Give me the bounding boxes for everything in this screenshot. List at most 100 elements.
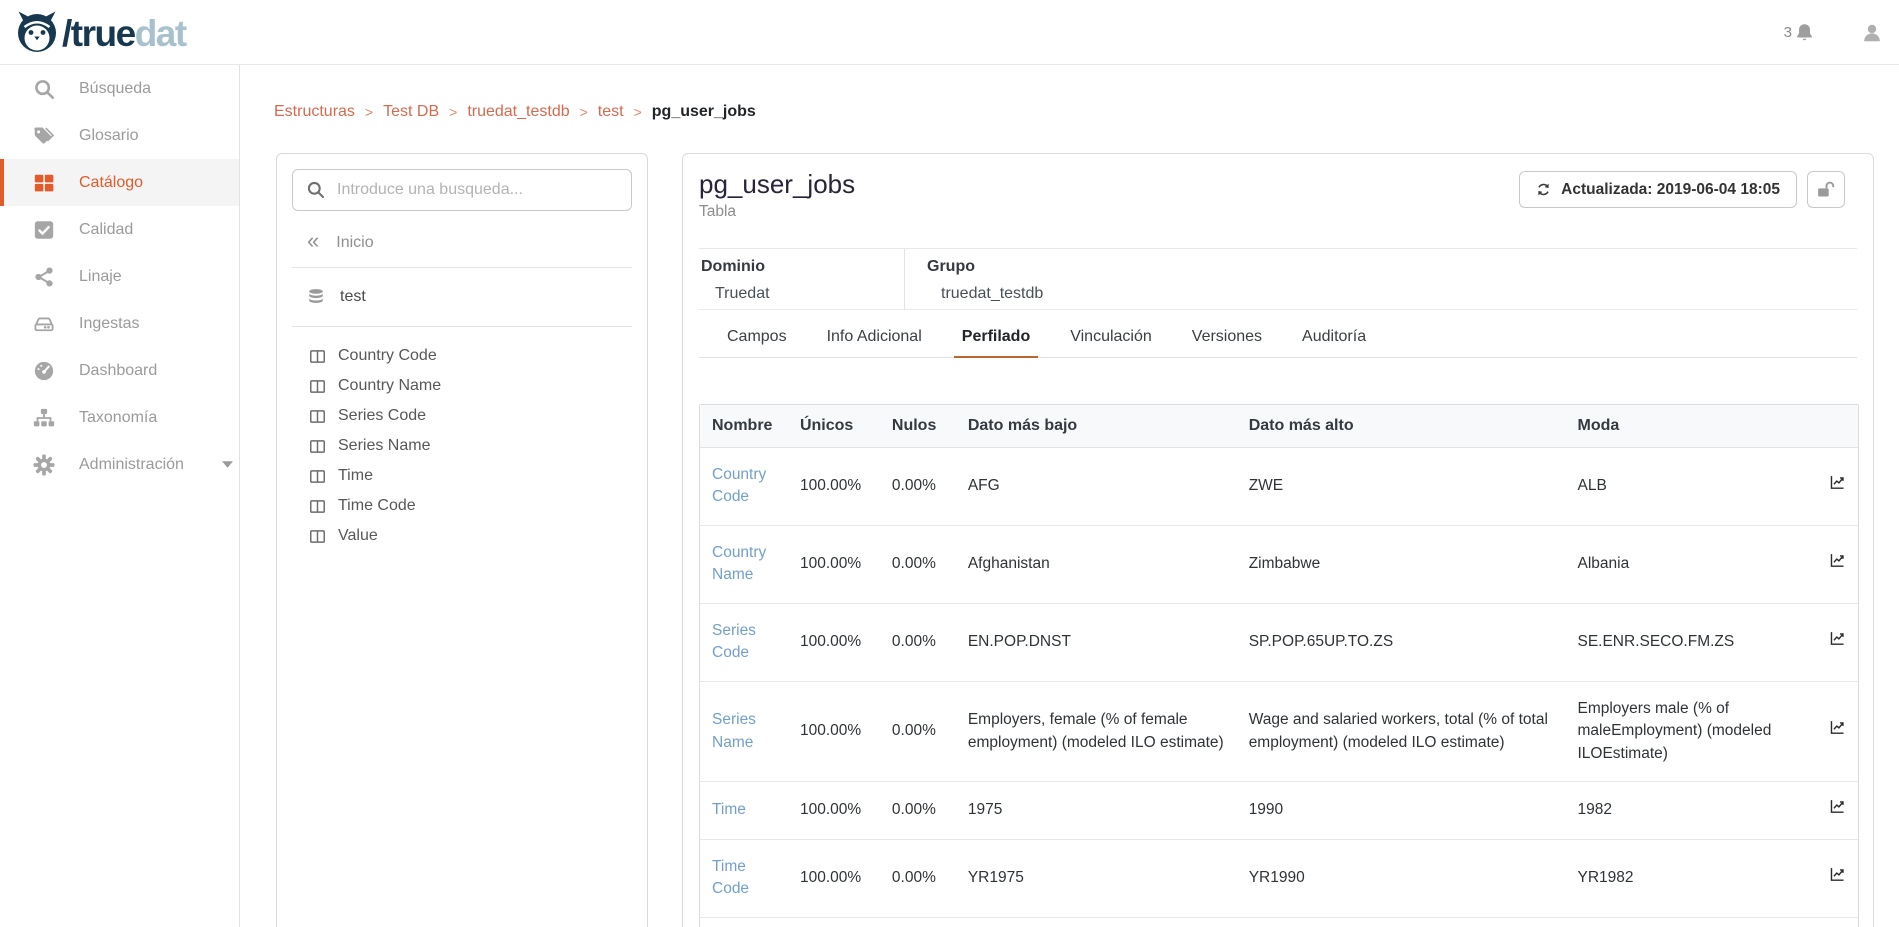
tab-perfilado[interactable]: Perfilado	[954, 328, 1038, 357]
tags-icon	[33, 125, 55, 147]
mode-value: 1982	[1565, 782, 1816, 839]
tab-versiones[interactable]: Versiones	[1184, 328, 1270, 357]
table-row: Time Code 100.00% 0.00% YR1975 YR1990 YR…	[700, 840, 1858, 918]
column-item-series-code[interactable]: Series Code	[277, 401, 647, 431]
tab-vinculacion[interactable]: Vinculación	[1062, 328, 1160, 357]
field-link[interactable]: Time	[712, 801, 746, 818]
sidebar-item-dashboard[interactable]: Dashboard	[0, 347, 239, 394]
col-header-actions	[1817, 405, 1858, 448]
highest-value: 1990	[1237, 782, 1566, 839]
sidebar-item-label: Calidad	[79, 221, 133, 239]
columns-icon	[309, 468, 326, 485]
sidebar-item-taxonomia[interactable]: Taxonomía	[0, 394, 239, 441]
sidebar-item-calidad[interactable]: Calidad	[0, 206, 239, 253]
refresh-icon	[1536, 182, 1551, 197]
highest-value: ZWE	[1237, 448, 1566, 526]
table-row: Time 100.00% 0.00% 1975 1990 1982	[700, 782, 1858, 839]
lowest-value: EN.POP.DNST	[956, 604, 1237, 682]
domain-label: Dominio	[701, 258, 904, 276]
main-sidebar: Búsqueda Glosario Catálogo Calidad Linaj…	[0, 65, 240, 927]
nulls-value: 0.00%	[880, 604, 956, 682]
group-value: truedat_testdb	[927, 285, 1857, 303]
field-link[interactable]: Country Name	[712, 544, 766, 583]
sidebar-item-ingestas[interactable]: Ingestas	[0, 300, 239, 347]
column-item-country-code[interactable]: Country Code	[277, 341, 647, 371]
field-link[interactable]: Series Name	[712, 711, 756, 750]
field-link[interactable]: Country Code	[712, 466, 766, 505]
unique-value: 100.00%	[788, 526, 880, 604]
gear-icon	[33, 454, 55, 476]
unlock-button[interactable]	[1807, 171, 1845, 208]
table-header-row: Nombre Únicos Nulos Dato más bajo Dato m…	[700, 405, 1858, 448]
field-link[interactable]: Time Code	[712, 858, 749, 897]
columns-icon	[309, 498, 326, 515]
lock-open-icon	[1817, 181, 1836, 198]
breadcrumb-separator: >	[365, 104, 373, 120]
lowest-value: 9.0304343124	[956, 918, 1237, 927]
user-icon	[1861, 22, 1883, 44]
column-item-time[interactable]: Time	[277, 461, 647, 491]
search-icon	[33, 78, 55, 100]
bell-icon	[1794, 22, 1815, 43]
column-item-series-name[interactable]: Series Name	[277, 431, 647, 461]
column-item-label: Series Name	[338, 437, 430, 455]
chart-line-icon[interactable]	[1829, 552, 1846, 569]
breadcrumb-separator: >	[449, 104, 457, 120]
breadcrumb-link-estructuras[interactable]: Estructuras	[274, 103, 355, 121]
column-item-time-code[interactable]: Time Code	[277, 491, 647, 521]
sidebar-item-label: Catálogo	[79, 174, 143, 192]
chart-line-icon[interactable]	[1829, 798, 1846, 815]
breadcrumb-link-test[interactable]: test	[598, 103, 624, 121]
metadata-section: Dominio Truedat Grupo truedat_testdb	[699, 248, 1857, 310]
notifications-button[interactable]: 3	[1784, 22, 1815, 43]
sidebar-item-label: Linaje	[79, 268, 122, 286]
sidebar-item-administracion[interactable]: Administración	[0, 441, 239, 488]
breadcrumb-link-testdb[interactable]: Test DB	[383, 103, 439, 121]
sidebar-item-busqueda[interactable]: Búsqueda	[0, 65, 239, 112]
drive-icon	[33, 313, 55, 335]
field-link[interactable]: Series Code	[712, 622, 756, 661]
unique-value: 100.00%	[788, 448, 880, 526]
share-icon	[33, 266, 55, 288]
structure-search-input[interactable]	[292, 169, 632, 211]
nulls-value: 0.00%	[880, 448, 956, 526]
col-header-unicos: Únicos	[788, 405, 880, 448]
nulls-value: 0.00%	[880, 840, 956, 918]
sidebar-item-catalogo[interactable]: Catálogo	[0, 159, 239, 206]
chart-line-icon[interactable]	[1829, 866, 1846, 883]
nulls-value: 0.00%	[880, 682, 956, 782]
refresh-updated-button[interactable]: Actualizada: 2019-06-04 18:05	[1519, 171, 1797, 208]
column-item-value[interactable]: Value	[277, 521, 647, 551]
sidebar-item-linaje[interactable]: Linaje	[0, 253, 239, 300]
column-item-label: Time Code	[338, 497, 416, 515]
profiling-table: Nombre Únicos Nulos Dato más bajo Dato m…	[699, 404, 1859, 927]
table-row: Series Name 100.00% 0.00% Employers, fem…	[700, 682, 1858, 782]
unique-value: 100.00%	[788, 604, 880, 682]
grid-icon	[33, 172, 55, 194]
breadcrumb-separator: >	[580, 104, 588, 120]
sidebar-item-glosario[interactable]: Glosario	[0, 112, 239, 159]
columns-icon	[309, 438, 326, 455]
highest-value: SP.POP.65UP.TO.ZS	[1237, 604, 1566, 682]
unique-value: 100.00%	[788, 782, 880, 839]
user-menu-button[interactable]	[1861, 22, 1883, 44]
mode-value: YR1982	[1565, 840, 1816, 918]
chart-line-icon[interactable]	[1829, 474, 1846, 491]
explorer-root-item[interactable]: test	[277, 268, 647, 326]
tab-auditoria[interactable]: Auditoría	[1294, 328, 1374, 357]
columns-icon	[309, 528, 326, 545]
breadcrumb-link-truedat-testdb[interactable]: truedat_testdb	[467, 103, 569, 121]
column-item-label: Series Code	[338, 407, 426, 425]
check-square-icon	[33, 219, 55, 241]
detail-tabs: Campos Info Adicional Perfilado Vinculac…	[699, 328, 1857, 358]
explorer-back-button[interactable]: « Inicio	[277, 219, 647, 267]
sitemap-icon	[33, 407, 55, 429]
tab-info-adicional[interactable]: Info Adicional	[819, 328, 930, 357]
truedat-logo[interactable]: /truedat	[14, 9, 186, 58]
chart-line-icon[interactable]	[1829, 719, 1846, 736]
chart-line-icon[interactable]	[1829, 630, 1846, 647]
column-item-country-name[interactable]: Country Name	[277, 371, 647, 401]
mode-value: -	[1565, 918, 1816, 927]
tab-campos[interactable]: Campos	[719, 328, 795, 357]
column-item-label: Time	[338, 467, 373, 485]
